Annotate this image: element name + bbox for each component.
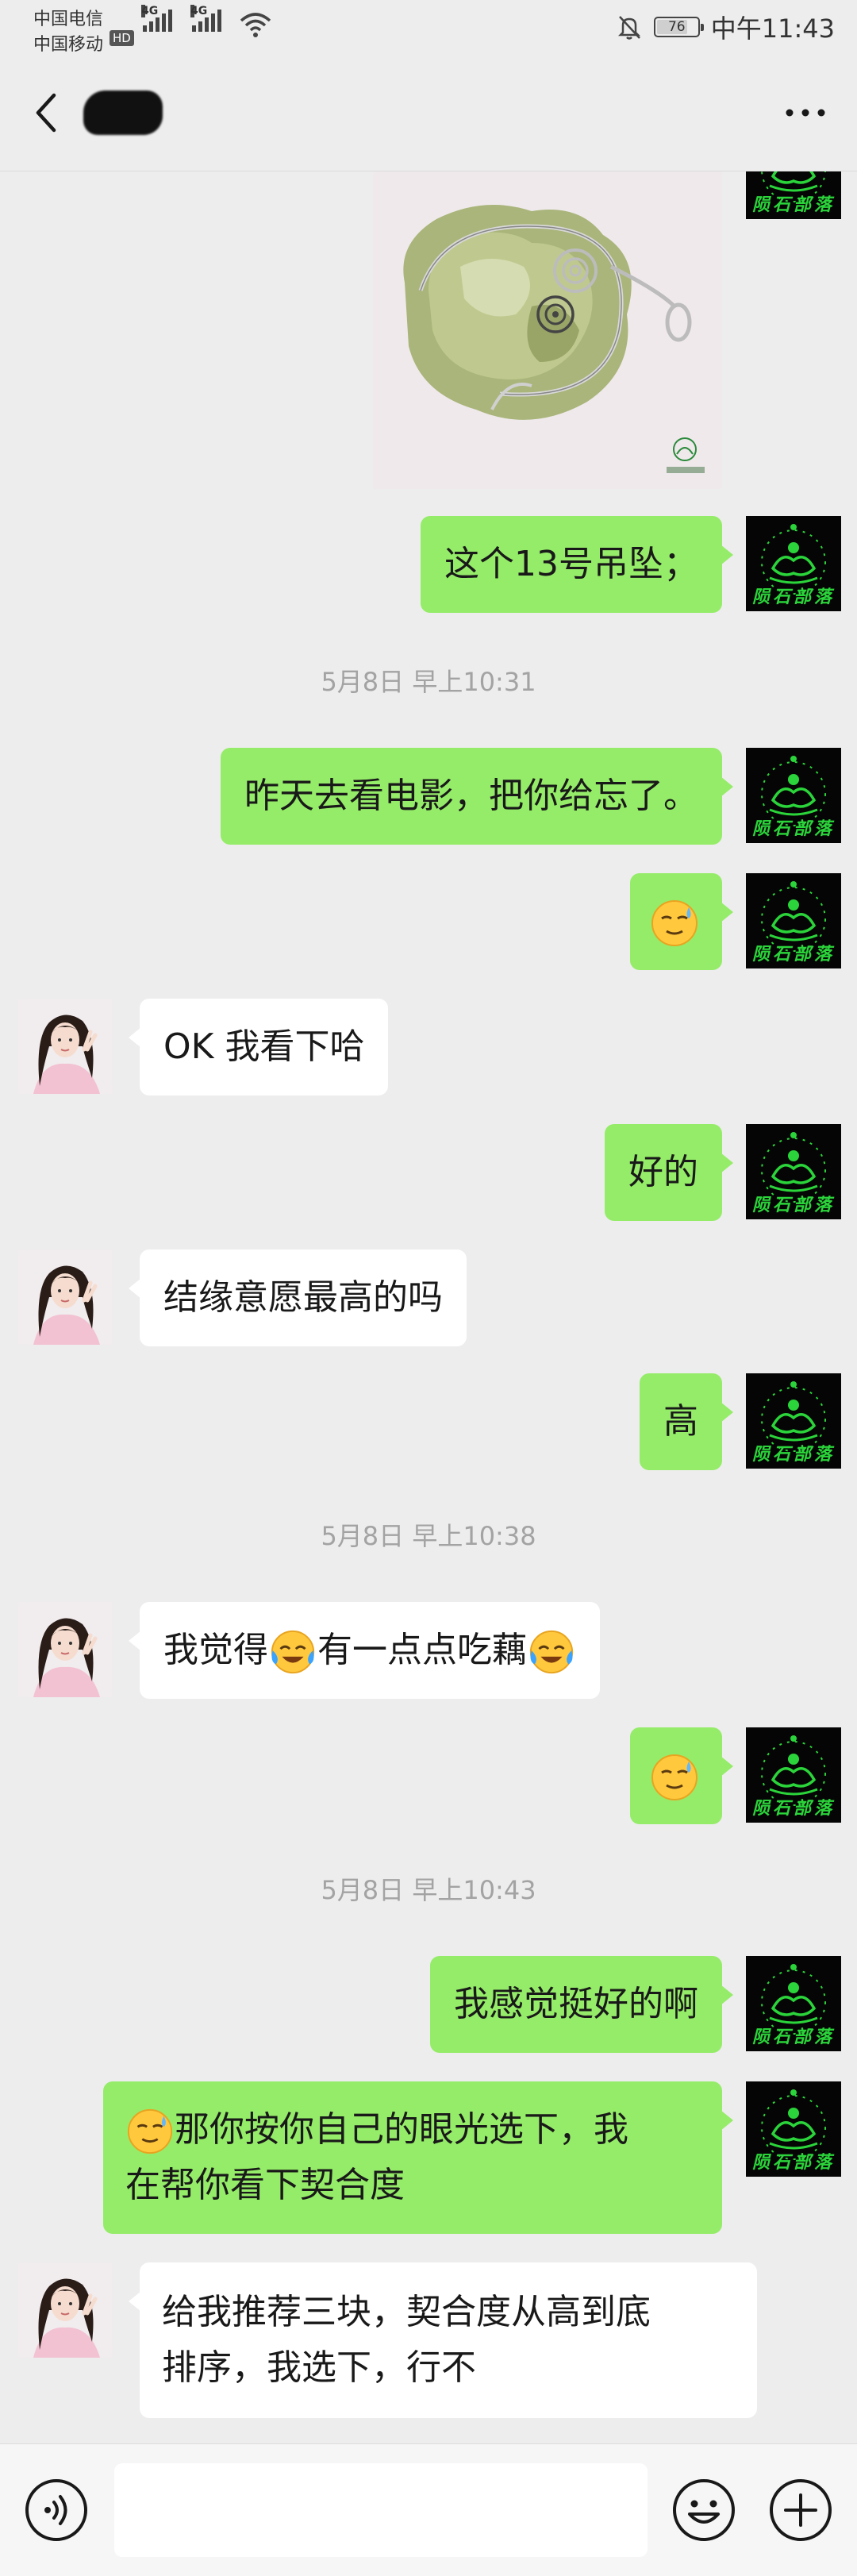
- clock: 中午11:43: [710, 13, 835, 44]
- avatar-logo-caption: 陨石部落: [751, 944, 835, 965]
- message-bubble-contact[interactable]: 给我推荐三块，契合度从高到底 排序，我选下，行不: [129, 2262, 757, 2418]
- status-bar: 中国电信 中国移动 HD 4G 4G 76 中午11:43: [0, 0, 857, 56]
- network-type-1: 4G: [141, 5, 159, 17]
- message-text: 有一点点吃藕: [317, 1630, 527, 1670]
- avatar-logo-caption: 陨石部落: [751, 587, 835, 607]
- message-text: 在帮你看下契合度: [125, 2165, 405, 2205]
- pendant-photo[interactable]: [373, 171, 722, 489]
- bell-off-icon: [617, 16, 640, 40]
- message-bubble-mine[interactable]: 昨天去看电影，把你给忘了。: [221, 748, 733, 845]
- message-bubble-contact[interactable]: 我觉得 有一点点吃藕: [129, 1602, 600, 1699]
- signal-icon: 4G: [141, 5, 175, 32]
- my-avatar[interactable]: 陨石部落: [746, 516, 841, 611]
- avatar-logo-caption: 陨石部落: [751, 1798, 835, 1819]
- avatar-logo-caption: 陨石部落: [751, 818, 835, 839]
- my-avatar[interactable]: 陨石部落: [746, 171, 841, 219]
- message-bubble-mine[interactable]: [630, 873, 733, 970]
- emoji-icon[interactable]: [671, 2478, 736, 2543]
- my-avatar[interactable]: 陨石部落: [746, 1373, 841, 1469]
- my-avatar[interactable]: 陨石部落: [746, 1956, 841, 2051]
- plus-icon[interactable]: [768, 2478, 833, 2543]
- sweat-smile-emoji-icon: [651, 900, 698, 946]
- my-avatar[interactable]: 陨石部落: [746, 1727, 841, 1823]
- timestamp: 5月8日 早上10:43: [321, 1875, 536, 1905]
- my-avatar[interactable]: 陨石部落: [746, 1124, 841, 1219]
- avatar-logo-caption: 陨石部落: [751, 194, 835, 215]
- sweat-smile-emoji-icon: [651, 1754, 698, 1800]
- contact-avatar[interactable]: [17, 2262, 113, 2358]
- message-bubble-mine[interactable]: 好的: [605, 1124, 733, 1221]
- chat-header: [0, 56, 857, 171]
- avatar-logo-caption: 陨石部落: [751, 2027, 835, 2047]
- chevron-left-icon[interactable]: [24, 89, 71, 137]
- my-avatar[interactable]: 陨石部落: [746, 2081, 841, 2177]
- timestamp: 5月8日 早上10:38: [321, 1521, 536, 1551]
- signal-icon-2: 4G: [190, 5, 224, 32]
- message-bubble-mine[interactable]: [630, 1727, 733, 1824]
- timestamp: 5月8日 早上10:31: [321, 667, 536, 697]
- sweat-smile-emoji-icon: [127, 2108, 173, 2154]
- battery-indicator: 76: [653, 17, 704, 37]
- avatar-logo-caption: 陨石部落: [751, 1195, 835, 1215]
- avatar-logo-caption: 陨石部落: [751, 1444, 835, 1465]
- contact-avatar[interactable]: [17, 1249, 113, 1345]
- message-input[interactable]: [114, 2463, 648, 2557]
- message-bubble-mine[interactable]: 我感觉挺好的啊: [430, 1956, 733, 2053]
- message-text: 我觉得: [163, 1630, 268, 1670]
- chat-messages[interactable]: 陨石部落 这个13号吊坠； 陨石部落 5月8日 早上10:31 昨天去看电影，把…: [0, 171, 857, 2442]
- message-text: 那你按你自己的眼光选下，我: [175, 2109, 628, 2150]
- voice-icon[interactable]: [24, 2478, 89, 2543]
- input-bar: [0, 2443, 857, 2576]
- more-dots-icon[interactable]: [778, 89, 833, 137]
- battery-level: 76: [667, 19, 686, 35]
- my-avatar[interactable]: 陨石部落: [746, 873, 841, 968]
- contact-avatar[interactable]: [17, 1602, 113, 1697]
- my-avatar[interactable]: 陨石部落: [746, 748, 841, 843]
- contact-avatar[interactable]: [17, 999, 113, 1094]
- crying-laughing-emoji-icon: [529, 1630, 574, 1674]
- message-bubble-contact[interactable]: 结缘意愿最高的吗: [129, 1249, 467, 1346]
- avatar-logo-caption: 陨石部落: [751, 2152, 835, 2173]
- wifi-icon: [240, 13, 271, 37]
- hd-badge: HD: [110, 30, 134, 46]
- message-text: 给我推荐三块，契合度从高到底: [162, 2292, 651, 2332]
- message-bubble-contact[interactable]: OK 我看下哈: [128, 999, 389, 1095]
- message-bubble-mine[interactable]: 那你按你自己的眼光选下，我 在帮你看下契合度: [103, 2081, 733, 2234]
- carrier-2: 中国移动: [33, 35, 104, 55]
- carrier-1: 中国电信: [33, 10, 104, 29]
- network-type-2: 4G: [190, 5, 208, 17]
- crying-laughing-emoji-icon: [271, 1630, 315, 1674]
- message-bubble-mine[interactable]: 这个13号吊坠；: [421, 516, 733, 613]
- message-bubble-mine[interactable]: 高: [640, 1373, 733, 1470]
- contact-name-redacted: [83, 90, 163, 135]
- message-text: 排序，我选下，行不: [162, 2347, 476, 2388]
